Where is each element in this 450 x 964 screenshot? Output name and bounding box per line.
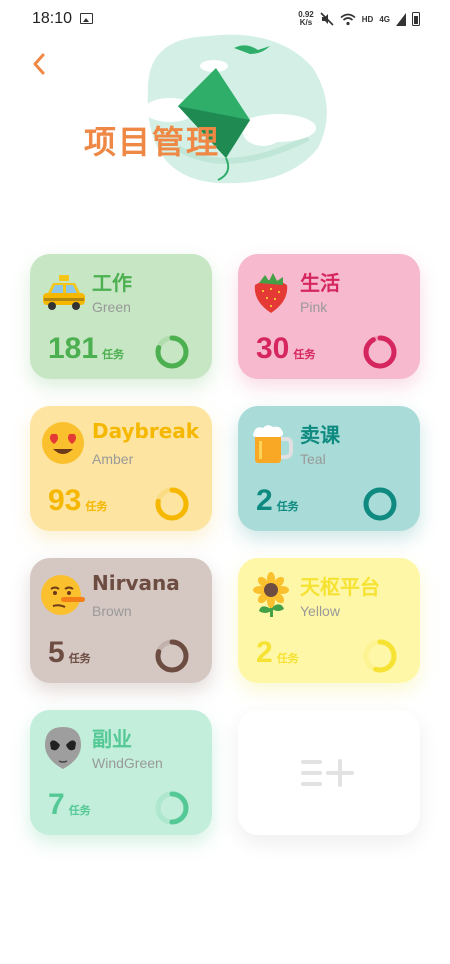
mute-icon (320, 12, 334, 26)
task-count-value: 93 (48, 484, 82, 517)
project-color-name: Amber (92, 451, 134, 467)
page-title: 项目管理 (84, 123, 221, 161)
project-card-side-job[interactable]: 副业 WindGreen 7 任务 (30, 710, 212, 835)
task-count: 181 任务 (48, 332, 124, 366)
progress-ring (363, 487, 397, 521)
signal-icon (396, 12, 406, 26)
progress-ring (155, 487, 189, 521)
task-count: 2 任务 (256, 484, 299, 518)
project-name: 生活 (300, 271, 340, 295)
task-count-unit: 任务 (276, 500, 299, 513)
task-count-value: 181 (48, 332, 99, 365)
progress-ring (155, 335, 189, 369)
battery-icon (412, 12, 420, 26)
project-color-name: WindGreen (92, 755, 163, 771)
project-color-name: Brown (92, 603, 132, 619)
net-speed-unit: K/s (299, 18, 313, 27)
project-card-life[interactable]: 生活 Pink 30 任务 (238, 254, 420, 379)
task-count-unit: 任务 (68, 652, 91, 665)
sunflower-icon (246, 570, 296, 620)
heart-eyes-icon (38, 418, 88, 468)
project-name: Nirvana (92, 571, 180, 595)
lying-face-icon (38, 570, 88, 620)
project-color-name: Yellow (300, 603, 340, 619)
progress-ring (155, 791, 189, 825)
task-count-value: 2 (256, 484, 273, 517)
image-icon (80, 13, 93, 24)
status-icons: 0.92 K/s HD 4G (298, 9, 420, 29)
wifi-icon (340, 13, 356, 25)
back-button[interactable] (28, 50, 52, 78)
kite-illustration (144, 34, 327, 184)
progress-ring-fill (363, 487, 397, 521)
task-count-value: 5 (48, 636, 65, 669)
project-card-work[interactable]: 工作 Green 181 任务 (30, 254, 212, 379)
net-speed: 0.92 K/s (298, 11, 314, 27)
task-count: 30 任务 (256, 332, 315, 366)
project-card-tianshu[interactable]: 天枢平台 Yellow 2 任务 (238, 558, 420, 683)
task-count-unit: 任务 (276, 652, 299, 665)
strawberry-icon (246, 266, 296, 316)
project-color-name: Pink (300, 299, 328, 315)
project-card-daybreak[interactable]: Daybreak Amber 93 任务 (30, 406, 212, 531)
progress-ring (363, 335, 397, 369)
task-count-unit: 任务 (102, 348, 125, 361)
add-project-button[interactable] (238, 710, 420, 835)
task-count: 7 任务 (48, 788, 91, 822)
task-count-value: 2 (256, 636, 273, 669)
task-count-unit: 任务 (68, 804, 91, 817)
project-name: 工作 (92, 271, 132, 295)
task-count: 5 任务 (48, 636, 91, 670)
project-name: 卖课 (300, 423, 340, 447)
hd-label: HD (361, 14, 374, 24)
task-count-value: 30 (256, 332, 290, 365)
project-color-name: Teal (300, 451, 326, 467)
project-name: 副业 (92, 727, 132, 751)
network-label: 4G (379, 14, 390, 24)
beer-mug-icon (246, 418, 296, 468)
progress-ring (363, 639, 397, 673)
task-count-unit: 任务 (293, 348, 316, 361)
task-count-unit: 任务 (85, 500, 108, 513)
taxi-icon (38, 266, 88, 316)
progress-ring-fill (363, 335, 397, 369)
task-count-value: 7 (48, 788, 65, 821)
progress-ring (155, 639, 189, 673)
alien-icon (38, 722, 88, 772)
project-color-name: Green (92, 299, 131, 315)
project-card-nirvana[interactable]: Nirvana Brown 5 任务 (30, 558, 212, 683)
task-count: 93 任务 (48, 484, 107, 518)
task-count: 2 任务 (256, 636, 299, 670)
project-name: 天枢平台 (300, 575, 380, 599)
project-card-sell-courses[interactable]: 卖课 Teal 2 任务 (238, 406, 420, 531)
status-time: 18:10 (32, 10, 73, 27)
chevron-left-icon (33, 53, 45, 75)
project-name: Daybreak (92, 419, 200, 443)
add-list-icon (301, 759, 354, 787)
